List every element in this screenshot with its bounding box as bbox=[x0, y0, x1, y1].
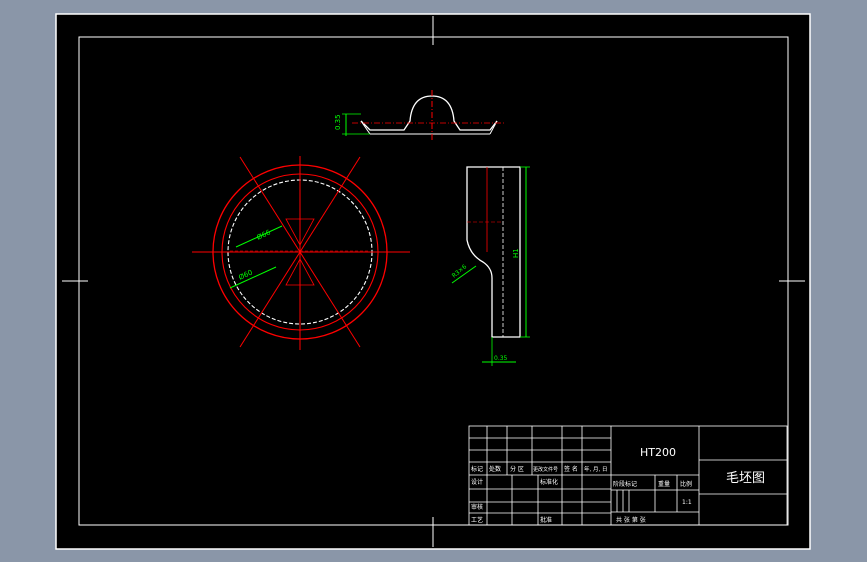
label-process: 工艺 bbox=[471, 516, 483, 524]
label-approve: 批准 bbox=[540, 516, 552, 524]
dim-bottom: 0.35 bbox=[494, 355, 508, 362]
drawing-sheet bbox=[55, 13, 811, 550]
drawing-name: 毛坯图 bbox=[726, 471, 765, 486]
label-design: 设计 bbox=[471, 478, 483, 486]
label-review: 审核 bbox=[471, 503, 483, 511]
label-sheets: 共 张 第 张 bbox=[616, 516, 646, 524]
label-stage-mark: 阶段标记 bbox=[613, 480, 637, 488]
label-ratio: 比例 bbox=[680, 480, 692, 488]
row-header-sign: 签 名 bbox=[564, 465, 578, 473]
scale-value: 1:1 bbox=[682, 499, 692, 506]
dim-height: H1 bbox=[512, 248, 520, 258]
dim-top-thickness: 0.35 bbox=[334, 114, 342, 130]
material: HT200 bbox=[640, 446, 676, 459]
drawing-canvas[interactable]: 0.35 Ø66 Ø60 H1 R3×6 0.35 标记 处数 分 区 更改文件… bbox=[0, 0, 867, 562]
row-header-count: 处数 bbox=[489, 465, 501, 473]
row-header-change-doc: 更改文件号 bbox=[533, 466, 558, 473]
row-header-mark: 标记 bbox=[471, 465, 483, 473]
row-header-zone: 分 区 bbox=[510, 465, 524, 473]
label-standardize: 标准化 bbox=[540, 478, 558, 486]
label-weight: 重量 bbox=[658, 480, 670, 488]
row-header-date: 年, 月, 日 bbox=[584, 465, 608, 473]
